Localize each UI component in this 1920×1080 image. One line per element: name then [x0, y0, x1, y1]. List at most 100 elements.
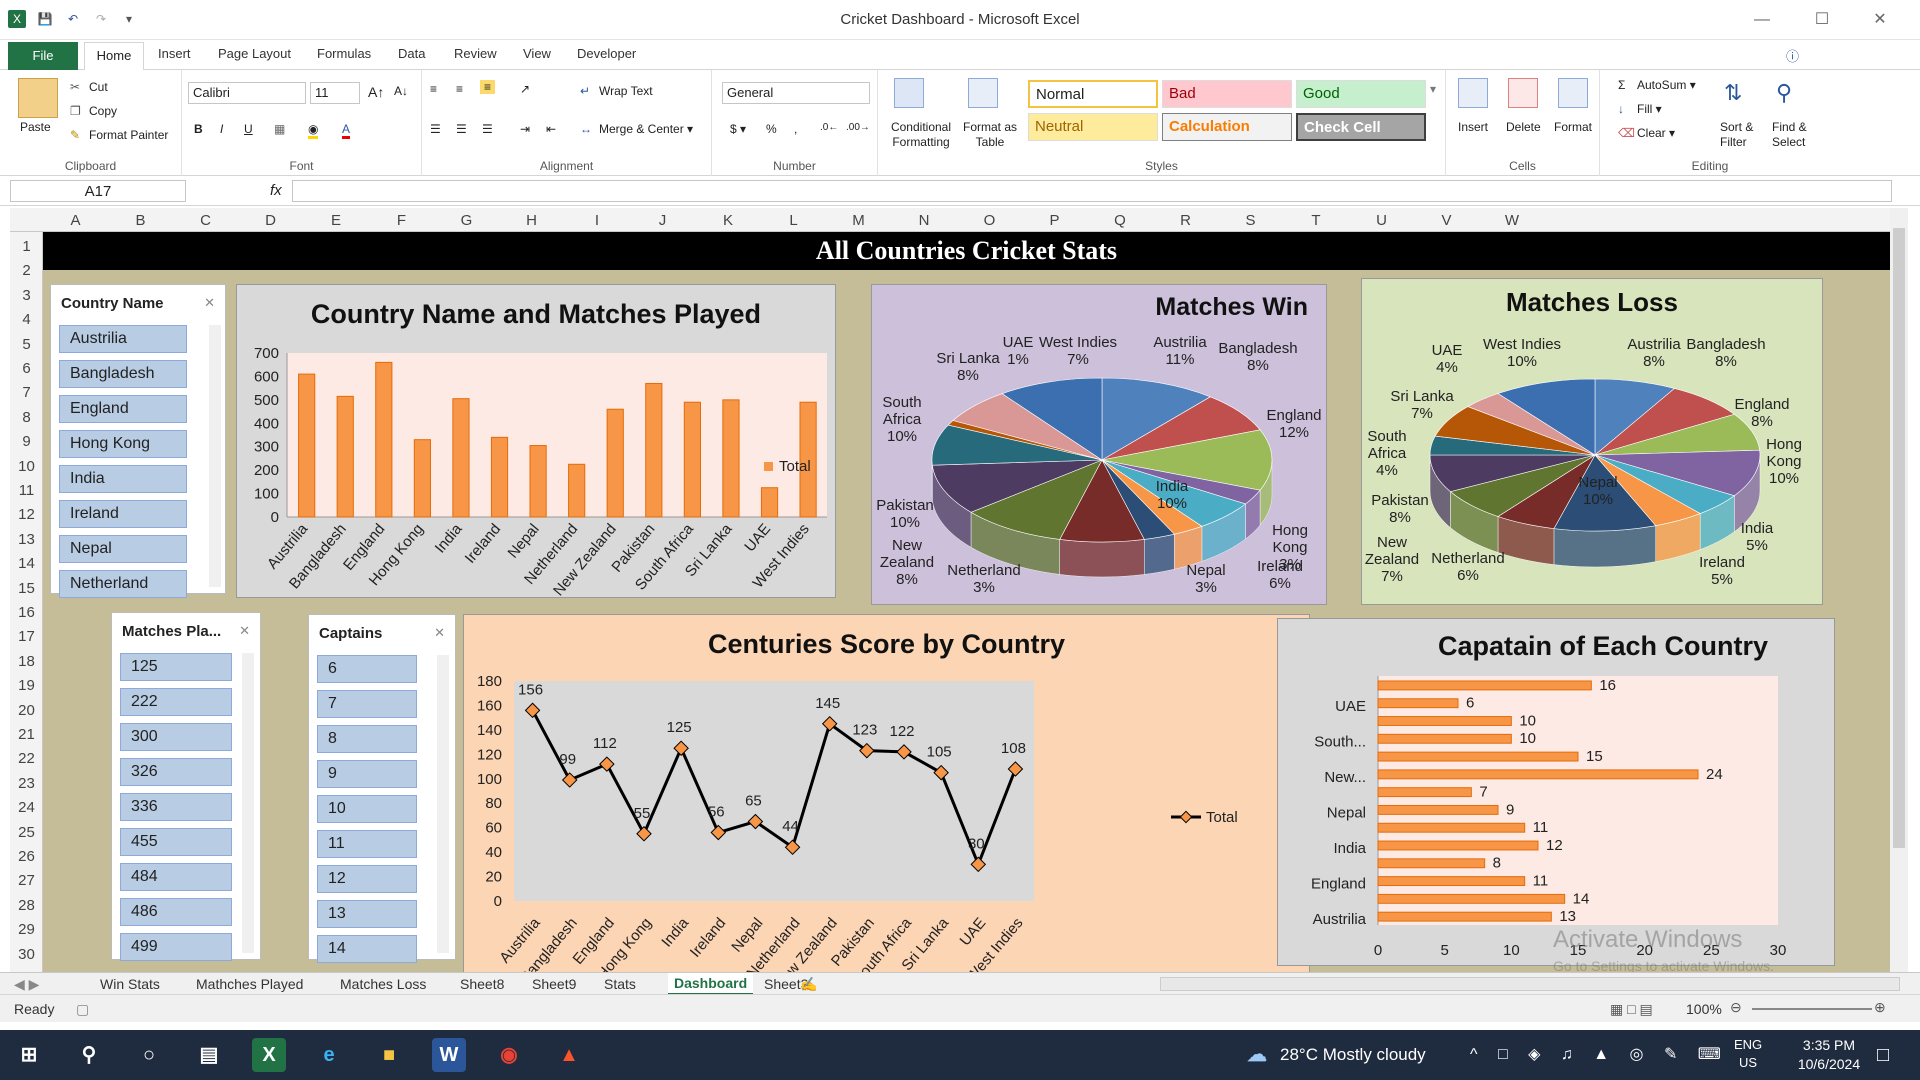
edge-icon[interactable]: e [312, 1038, 346, 1072]
cut-button[interactable]: ✂ Cut [70, 80, 108, 96]
column-header-W[interactable]: W [1479, 212, 1545, 229]
decrease-decimal-icon[interactable]: .00→ [846, 122, 870, 133]
delete-cells-icon[interactable] [1508, 78, 1538, 108]
zoom-slider[interactable] [1752, 1008, 1872, 1010]
row-header-21[interactable]: 21 [10, 726, 43, 743]
align-right-icon[interactable]: ☰ [482, 122, 493, 136]
row-header-4[interactable]: 4 [10, 311, 43, 328]
slicer-item[interactable]: 14 [317, 935, 417, 963]
sheet-tab[interactable]: Sheet9 [532, 976, 576, 992]
row-header-10[interactable]: 10 [10, 458, 43, 475]
slicer-item[interactable]: England [59, 395, 187, 423]
minimize-icon[interactable]: — [1742, 6, 1782, 34]
column-header-A[interactable]: A [43, 212, 108, 229]
currency-icon[interactable]: $ ▾ [730, 122, 746, 136]
column-header-L[interactable]: L [761, 212, 826, 229]
column-header-G[interactable]: G [434, 212, 499, 229]
column-header-M[interactable]: M [826, 212, 891, 229]
format-button[interactable]: Format [1554, 120, 1592, 134]
macro-record-icon[interactable]: ▢ [76, 1001, 89, 1018]
bold-icon[interactable]: B [194, 122, 203, 136]
row-header-28[interactable]: 28 [10, 897, 43, 914]
percent-icon[interactable]: % [766, 122, 777, 136]
scroll-thumb[interactable] [1893, 228, 1905, 848]
binoculars-icon[interactable]: ⚲ [1776, 80, 1792, 106]
excel-taskbar-icon[interactable]: X [252, 1038, 286, 1072]
row-header-6[interactable]: 6 [10, 360, 43, 377]
align-bottom-icon[interactable]: ≡ [480, 80, 496, 94]
tab-data[interactable]: Data [398, 46, 425, 61]
slicer-item[interactable]: 486 [120, 898, 232, 926]
clear-filter-icon[interactable]: ✕ [204, 295, 215, 311]
column-header-K[interactable]: K [695, 212, 761, 229]
help-icon[interactable]: ⓘ [1786, 46, 1799, 65]
insert-function-icon[interactable]: fx [270, 182, 282, 199]
view-normal-icon[interactable]: ▦ □ ▤ [1610, 1001, 1653, 1018]
font-color-icon[interactable]: A [342, 122, 351, 139]
font-name-select[interactable]: Calibri [188, 82, 306, 104]
slicer-item[interactable]: Nepal [59, 535, 187, 563]
column-header-D[interactable]: D [238, 212, 303, 229]
search-icon[interactable]: ⚲ [72, 1038, 106, 1072]
tab-view[interactable]: View [523, 46, 551, 61]
column-header-V[interactable]: V [1414, 212, 1479, 229]
row-header-7[interactable]: 7 [10, 384, 43, 401]
column-header-Q[interactable]: Q [1087, 212, 1153, 229]
slicer-scrollbar[interactable] [209, 325, 221, 587]
chart-captains[interactable]: Capatain of Each Country 13 Austrilia 14 11… [1277, 618, 1835, 966]
conditional-formatting-button[interactable]: Conditional Formatting [886, 120, 956, 150]
align-top-icon[interactable]: ≡ [430, 82, 437, 96]
style-good[interactable]: Good [1296, 80, 1426, 108]
row-header-20[interactable]: 20 [10, 702, 43, 719]
row-header-5[interactable]: 5 [10, 336, 43, 353]
slicer-item[interactable]: 300 [120, 723, 232, 751]
slicer-item[interactable]: India [59, 465, 187, 493]
slicer-item[interactable]: Netherland [59, 570, 187, 598]
slicer-item[interactable]: 11 [317, 830, 417, 858]
slicer-item[interactable]: Ireland [59, 500, 187, 528]
name-box[interactable]: A17 [10, 180, 186, 202]
underline-icon[interactable]: U [244, 122, 253, 136]
column-header-P[interactable]: P [1022, 212, 1087, 229]
tray-icons[interactable]: ^ □ ◈ ♫ ▲ ◎ ✎ ⌨ [1470, 1044, 1729, 1064]
sheet-tab[interactable]: Matches Loss [340, 976, 426, 992]
merge-center-button[interactable]: ↔ Merge & Center ▾ [580, 122, 693, 138]
sheet-tab[interactable]: Win Stats [100, 976, 160, 992]
font-size-select[interactable]: 11 [310, 82, 360, 104]
column-header-T[interactable]: T [1283, 212, 1349, 229]
row-header-14[interactable]: 14 [10, 555, 43, 572]
row-header-15[interactable]: 15 [10, 580, 43, 597]
sheet-tab[interactable]: Dashboard [668, 973, 754, 995]
clock[interactable]: 3:35 PM 10/6/2024 [1784, 1036, 1874, 1074]
row-header-29[interactable]: 29 [10, 921, 43, 938]
formula-input[interactable] [292, 180, 1892, 202]
style-check-cell[interactable]: Check Cell [1296, 113, 1426, 141]
row-header-18[interactable]: 18 [10, 653, 43, 670]
windows-start-icon[interactable]: ⊞ [12, 1038, 46, 1072]
row-header-2[interactable]: 2 [10, 262, 43, 279]
align-center-icon[interactable]: ☰ [456, 122, 467, 136]
paste-button[interactable]: Paste [20, 120, 51, 134]
file-explorer-icon[interactable]: ■ [372, 1038, 406, 1072]
slicer-item[interactable]: Hong Kong [59, 430, 187, 458]
row-header-22[interactable]: 22 [10, 750, 43, 767]
row-header-25[interactable]: 25 [10, 824, 43, 841]
chart-matches-loss[interactable]: Matches Loss Austrilia 8% Bangladesh 8% Engl… [1361, 278, 1823, 605]
notifications-icon[interactable]: □ [1866, 1038, 1900, 1072]
grow-font-icon[interactable]: A↑ [368, 84, 384, 100]
align-left-icon[interactable]: ☰ [430, 122, 441, 136]
conditional-formatting-icon[interactable] [894, 78, 924, 108]
sheet-tab[interactable]: Stats [604, 976, 636, 992]
slicer-scrollbar[interactable] [437, 655, 449, 953]
clear-button[interactable]: ⌫ Clear ▾ [1618, 126, 1675, 142]
find-select-button[interactable]: Find & Select [1772, 120, 1818, 150]
outdent-icon[interactable]: ⇤ [546, 122, 556, 136]
autosum-button[interactable]: Σ AutoSum ▾ [1618, 78, 1696, 94]
tab-home[interactable]: Home [84, 42, 144, 71]
style-calculation[interactable]: Calculation [1162, 113, 1292, 141]
zoom-out-icon[interactable]: ⊖ [1730, 999, 1742, 1016]
format-as-table-button[interactable]: Format as Table [962, 120, 1018, 150]
row-header-11[interactable]: 11 [10, 482, 43, 499]
row-header-12[interactable]: 12 [10, 506, 43, 523]
slicer-item[interactable]: Bangladesh [59, 360, 187, 388]
